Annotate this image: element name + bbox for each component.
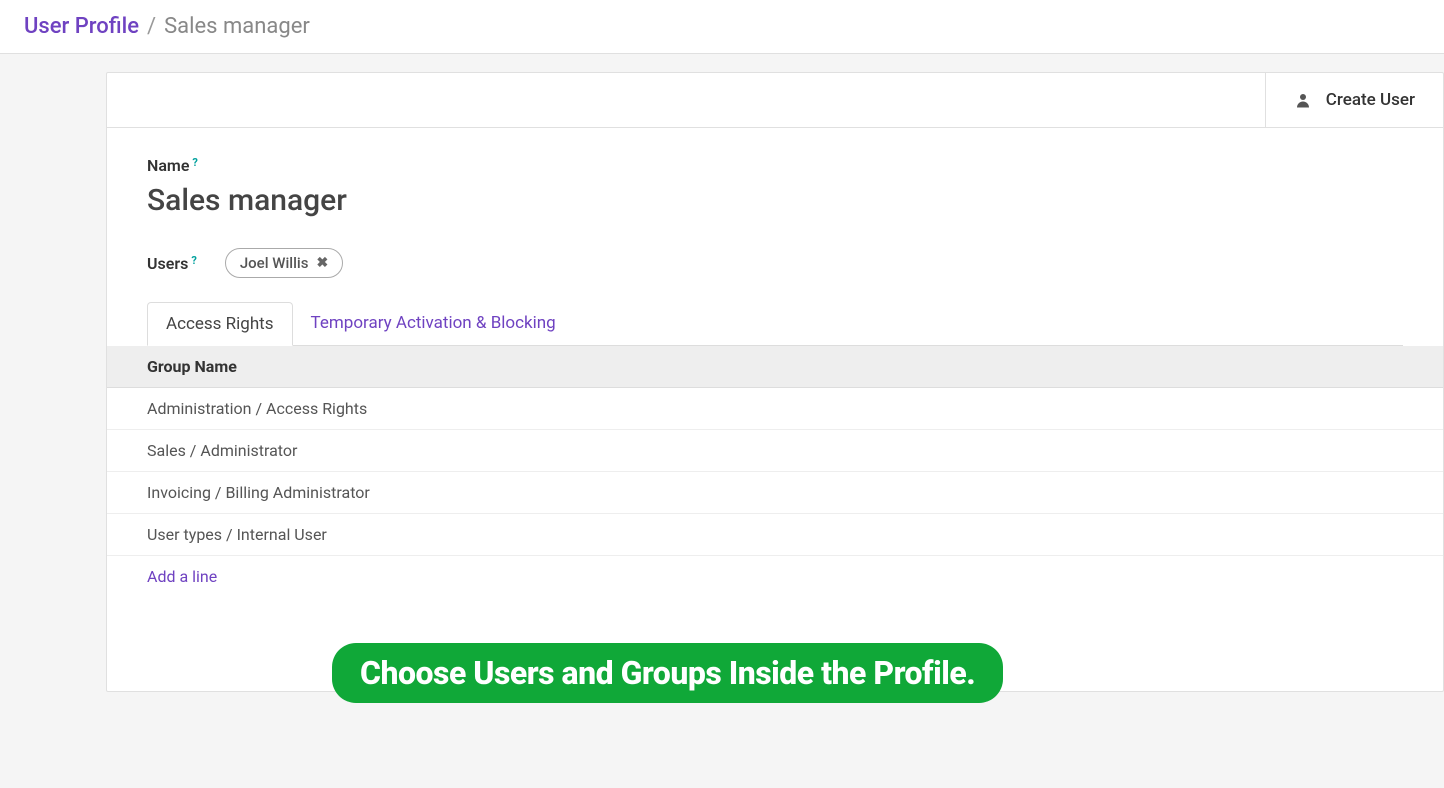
name-value[interactable]: Sales manager [147, 183, 1403, 218]
name-label-text: Name [147, 156, 189, 175]
tabs: Access Rights Temporary Activation & Blo… [147, 302, 1403, 346]
tab-access-rights[interactable]: Access Rights [147, 302, 293, 346]
user-icon [1294, 91, 1312, 109]
table-row[interactable]: Invoicing / Billing Administrator [107, 472, 1443, 514]
table-row[interactable]: Administration / Access Rights [107, 388, 1443, 430]
form-body: Name ? Sales manager Users ? Joel Willis… [107, 128, 1443, 346]
breadcrumb: User Profile / Sales manager [0, 0, 1444, 54]
remove-user-icon[interactable]: ✖ [316, 255, 328, 271]
add-line-link[interactable]: Add a line [107, 556, 1443, 598]
profile-card: Create User Name ? Sales manager Users ?… [106, 72, 1444, 692]
help-icon[interactable]: ? [192, 156, 197, 169]
group-cell: User types / Internal User [107, 514, 1443, 556]
name-field: Name ? Sales manager [147, 156, 1403, 218]
card-header: Create User [107, 73, 1443, 128]
create-user-button[interactable]: Create User [1265, 73, 1443, 127]
group-cell: Sales / Administrator [107, 430, 1443, 472]
create-user-label: Create User [1326, 90, 1415, 110]
overlay-banner: Choose Users and Groups Inside the Profi… [332, 643, 1003, 703]
table-row[interactable]: User types / Internal User [107, 514, 1443, 556]
groups-table: Group Name Administration / Access Right… [107, 346, 1443, 597]
breadcrumb-current: Sales manager [164, 14, 310, 39]
breadcrumb-root-link[interactable]: User Profile [24, 14, 139, 39]
breadcrumb-separator: / [147, 14, 156, 39]
group-cell: Invoicing / Billing Administrator [107, 472, 1443, 514]
users-label: Users ? [147, 254, 197, 273]
users-field: Users ? Joel Willis ✖ [147, 248, 1403, 278]
tab-temporary-activation[interactable]: Temporary Activation & Blocking [293, 302, 574, 345]
user-chip[interactable]: Joel Willis ✖ [225, 248, 343, 278]
users-label-text: Users [147, 254, 188, 273]
table-header-group-name: Group Name [107, 346, 1443, 388]
name-label: Name ? [147, 156, 198, 175]
table-row[interactable]: Sales / Administrator [107, 430, 1443, 472]
group-cell: Administration / Access Rights [107, 388, 1443, 430]
help-icon[interactable]: ? [191, 254, 196, 267]
user-chip-name: Joel Willis [240, 254, 309, 272]
